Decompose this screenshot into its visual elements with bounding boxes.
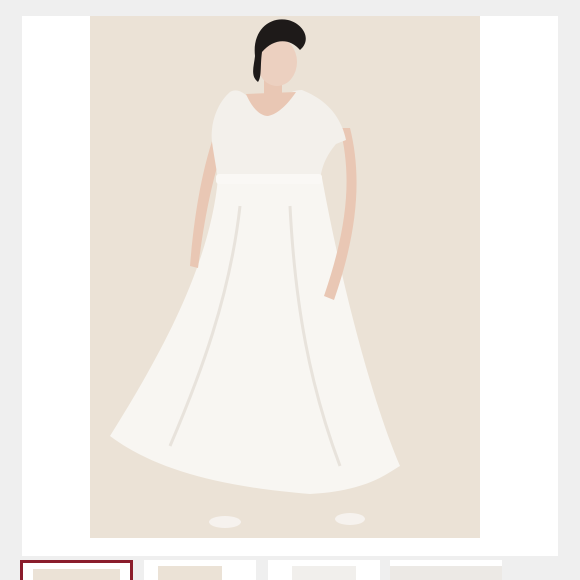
dress-waistband [216,174,322,184]
thumbnail-4[interactable] [390,560,502,580]
thumbnail-strip [0,558,580,580]
dress-photo-illustration [90,16,480,538]
left-shoe [209,516,241,528]
thumbnail-2[interactable] [144,560,256,580]
thumbnail-image [390,566,502,580]
thumbnail-1[interactable] [20,560,133,580]
thumbnail-image [292,566,356,580]
listing-page [0,0,580,580]
thumbnail-image [158,566,222,580]
product-main-image[interactable] [90,16,480,538]
thumbnail-3[interactable] [268,560,380,580]
thumbnail-image [33,569,120,580]
right-shoe [335,513,365,525]
